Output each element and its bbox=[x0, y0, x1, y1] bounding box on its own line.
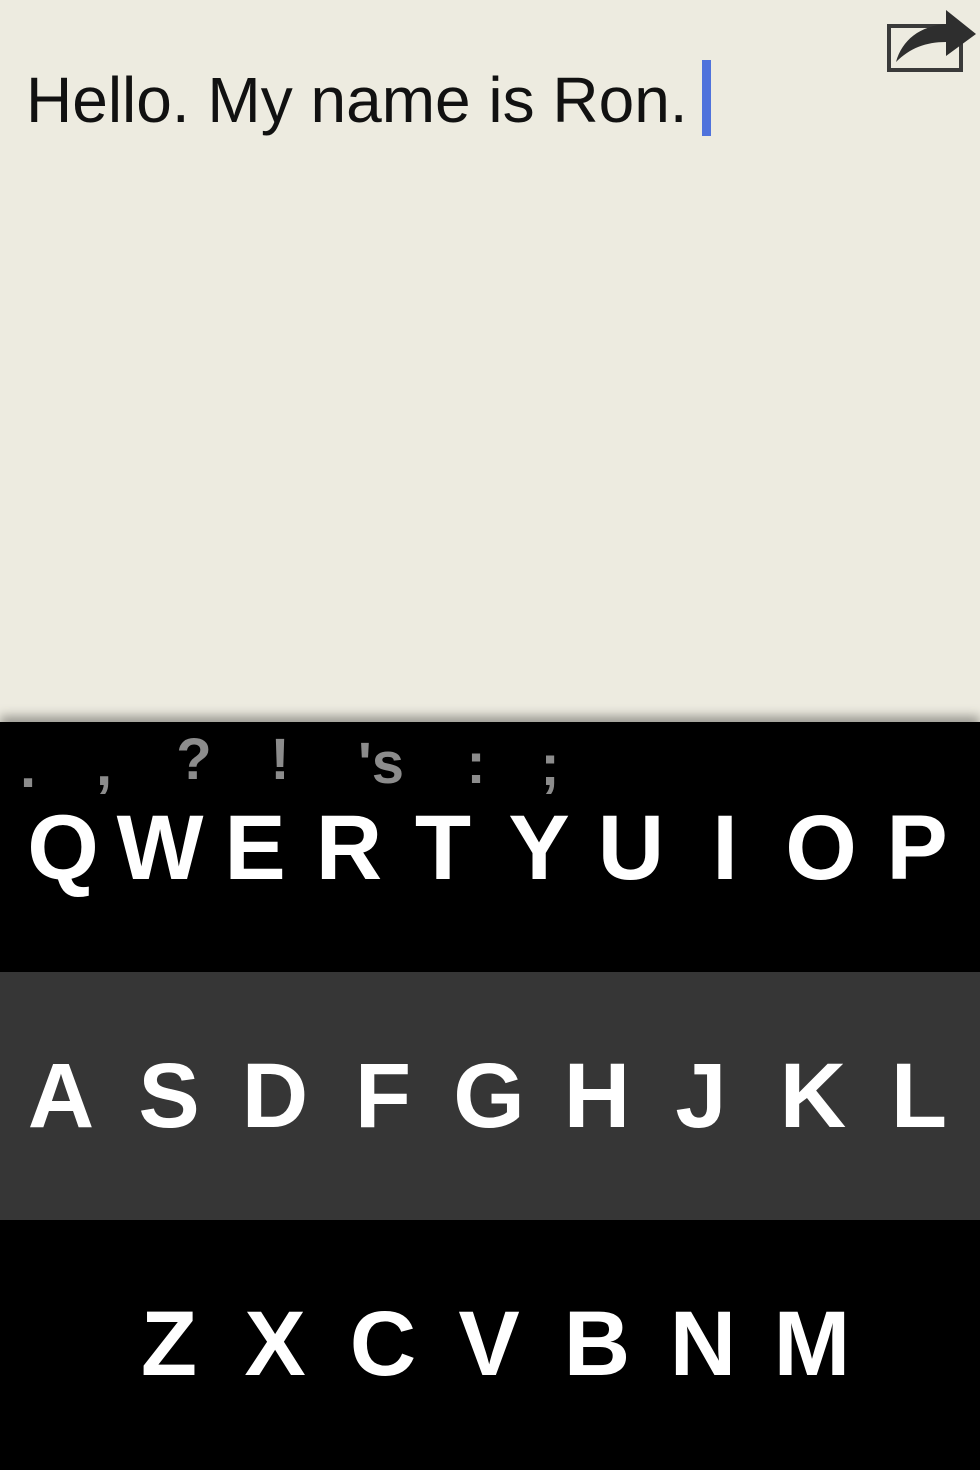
key-c[interactable]: C bbox=[338, 1294, 428, 1394]
punct-key-exclamation[interactable]: ! bbox=[250, 728, 310, 792]
key-m[interactable]: M bbox=[762, 1294, 862, 1394]
key-y[interactable]: Y bbox=[494, 798, 584, 898]
key-n[interactable]: N bbox=[658, 1294, 748, 1394]
key-e[interactable]: E bbox=[210, 798, 300, 898]
text-caret bbox=[701, 60, 711, 136]
punct-key-apostrophe-s[interactable]: 's bbox=[346, 732, 416, 796]
key-g[interactable]: G bbox=[444, 1046, 534, 1146]
key-t[interactable]: T bbox=[398, 798, 488, 898]
key-j[interactable]: J bbox=[656, 1046, 746, 1146]
punctuation-row: . , ? ! 's : ; bbox=[0, 728, 980, 800]
keyboard-row-2: A S D F G H J K L bbox=[0, 972, 980, 1220]
key-q[interactable]: Q bbox=[18, 798, 108, 898]
key-p[interactable]: P bbox=[872, 798, 962, 898]
punct-key-period[interactable]: . bbox=[0, 736, 58, 800]
key-x[interactable]: X bbox=[230, 1294, 320, 1394]
key-i[interactable]: I bbox=[680, 798, 770, 898]
keyboard-row-3: Z X C V B N M bbox=[0, 1220, 980, 1470]
key-u[interactable]: U bbox=[586, 798, 676, 898]
key-r[interactable]: R bbox=[304, 798, 394, 898]
key-h[interactable]: H bbox=[552, 1046, 642, 1146]
key-d[interactable]: D bbox=[230, 1046, 320, 1146]
key-w[interactable]: W bbox=[110, 798, 210, 898]
punct-key-question[interactable]: ? bbox=[164, 728, 224, 792]
text-editor[interactable]: Hello. My name is Ron. bbox=[0, 0, 980, 724]
key-z[interactable]: Z bbox=[124, 1294, 214, 1394]
key-v[interactable]: V bbox=[444, 1294, 534, 1394]
key-k[interactable]: K bbox=[768, 1046, 858, 1146]
punct-key-colon[interactable]: : bbox=[446, 732, 506, 796]
key-o[interactable]: O bbox=[776, 798, 866, 898]
keyboard-row-1: . , ? ! 's : ; Q W E R T Y U I O P bbox=[0, 722, 980, 970]
keyboard: . , ? ! 's : ; Q W E R T Y U I O P A S D… bbox=[0, 722, 980, 1470]
editor-text: Hello. My name is Ron. bbox=[26, 64, 688, 136]
key-a[interactable]: A bbox=[16, 1046, 106, 1146]
key-l[interactable]: L bbox=[874, 1046, 964, 1146]
key-s[interactable]: S bbox=[124, 1046, 214, 1146]
punct-key-comma[interactable]: , bbox=[74, 734, 134, 798]
key-f[interactable]: F bbox=[338, 1046, 428, 1146]
key-b[interactable]: B bbox=[552, 1294, 642, 1394]
punct-key-semicolon[interactable]: ; bbox=[520, 734, 580, 798]
share-icon bbox=[887, 10, 976, 72]
share-button[interactable] bbox=[886, 0, 978, 76]
editor-text-line[interactable]: Hello. My name is Ron. bbox=[26, 58, 711, 142]
